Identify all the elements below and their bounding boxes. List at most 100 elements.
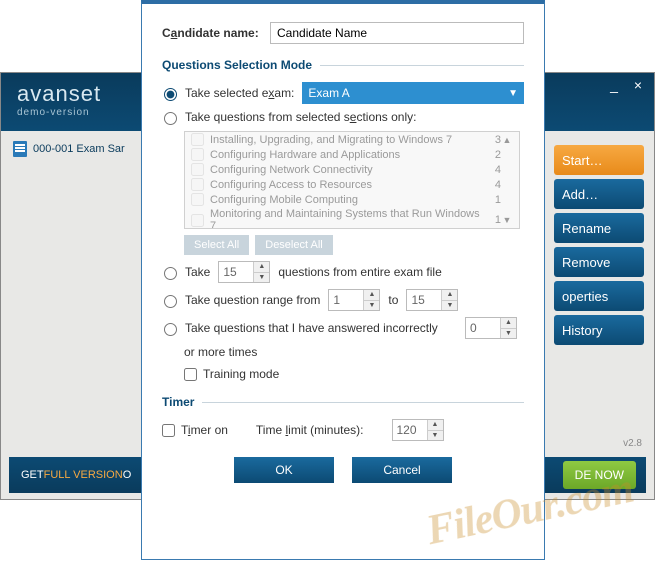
range-to-spinner[interactable]: 15 ▲▼ [406, 289, 458, 311]
file-icon [13, 141, 27, 157]
section-count: 2 [481, 149, 501, 161]
section-item[interactable]: Configuring Hardware and Applications2 [185, 147, 519, 162]
spinner-up-icon[interactable]: ▲ [442, 290, 457, 301]
spinner-down-icon[interactable]: ▼ [442, 301, 457, 311]
footer-text-post: O [123, 469, 132, 481]
sections-list[interactable]: Installing, Upgrading, and Migrating to … [184, 131, 520, 229]
spinner-down-icon[interactable]: ▼ [364, 301, 379, 311]
file-name: 000-001 Exam Sar [33, 143, 125, 155]
section-checkbox[interactable] [191, 214, 204, 227]
section-count: 3 [481, 134, 501, 146]
section-count: 1 [481, 194, 501, 206]
ok-button[interactable]: OK [234, 457, 334, 483]
spinner-down-icon[interactable]: ▼ [501, 329, 516, 339]
logo-text: avanset [17, 81, 101, 107]
deselect-all-button[interactable]: Deselect All [255, 235, 332, 255]
timer-header: Timer [162, 395, 524, 409]
range-to-value: 15 [407, 290, 441, 310]
exam-dropdown-value: Exam A [308, 86, 349, 100]
section-checkbox[interactable] [191, 133, 204, 146]
section-count: 4 [481, 164, 501, 176]
incorrect-spinner[interactable]: 0 ▲▼ [465, 317, 517, 339]
opt-sections-row: Take questions from selected sections on… [164, 110, 524, 125]
select-all-button[interactable]: Select All [184, 235, 249, 255]
section-count: 4 [481, 179, 501, 191]
chevron-down-icon: ▼ [508, 88, 518, 99]
candidate-name-input[interactable] [270, 22, 524, 44]
select-buttons: Select All Deselect All [184, 235, 524, 255]
section-item[interactable]: Installing, Upgrading, and Migrating to … [185, 132, 519, 147]
footer-text-pre: GET [21, 469, 44, 481]
chevron-icon: ▲ [501, 135, 513, 145]
exam-settings-dialog: Candidate name: Questions Selection Mode… [141, 0, 545, 560]
radio-take-n[interactable] [164, 267, 177, 280]
qsm-header: Questions Selection Mode [162, 58, 524, 72]
opt-take-pre: Take [185, 265, 210, 279]
spinner-up-icon[interactable]: ▲ [428, 420, 443, 431]
add-button[interactable]: Add… [554, 179, 644, 209]
incorrect-value: 0 [466, 318, 500, 338]
time-limit-value: 120 [393, 420, 427, 440]
section-label: Configuring Access to Resources [210, 179, 481, 191]
section-item[interactable]: Configuring Access to Resources4 [185, 177, 519, 192]
file-list: 000-001 Exam Sar [9, 137, 149, 161]
candidate-row: Candidate name: [162, 22, 524, 44]
upgrade-button[interactable]: DE NOW [563, 461, 636, 489]
file-item[interactable]: 000-001 Exam Sar [9, 137, 149, 161]
history-button[interactable]: History [554, 315, 644, 345]
spinner-down-icon[interactable]: ▼ [428, 431, 443, 441]
dialog-footer: OK Cancel [162, 457, 524, 483]
time-limit-label: Time limit (minutes): [256, 423, 364, 437]
time-limit-spinner[interactable]: 120 ▲▼ [392, 419, 444, 441]
section-count: 1 [481, 214, 501, 226]
remove-button[interactable]: Remove [554, 247, 644, 277]
version-label: v2.8 [623, 438, 642, 449]
chevron-icon: ▼ [501, 215, 513, 225]
section-label: Installing, Upgrading, and Migrating to … [210, 134, 481, 146]
spinner-up-icon[interactable]: ▲ [501, 318, 516, 329]
spinner-up-icon[interactable]: ▲ [364, 290, 379, 301]
take-count-spinner[interactable]: 15 ▲▼ [218, 261, 270, 283]
opt-incorrect-label: Take questions that I have answered inco… [185, 321, 457, 335]
rename-button[interactable]: Rename [554, 213, 644, 243]
section-label: Configuring Network Connectivity [210, 164, 481, 176]
exam-dropdown[interactable]: Exam A ▼ [302, 82, 524, 104]
opt-sections-label: Take questions from selected sections on… [185, 110, 416, 124]
action-buttons: Start… Add… Rename Remove operties Histo… [554, 145, 644, 345]
start-button[interactable]: Start… [554, 145, 644, 175]
section-checkbox[interactable] [191, 193, 204, 206]
section-checkbox[interactable] [191, 178, 204, 191]
section-item[interactable]: Monitoring and Maintaining Systems that … [185, 207, 519, 229]
radio-range[interactable] [164, 295, 177, 308]
section-checkbox[interactable] [191, 148, 204, 161]
timer-on-checkbox[interactable] [162, 424, 175, 437]
radio-incorrect[interactable] [164, 323, 177, 336]
radio-selected-exam[interactable] [164, 88, 177, 101]
training-mode-checkbox[interactable] [184, 368, 197, 381]
logo-subtext: demo-version [17, 107, 101, 118]
opt-selected-label: Take selected exam: [185, 86, 294, 100]
opt-incorrect-post: or more times [184, 345, 524, 359]
close-icon[interactable]: × [630, 77, 646, 93]
opt-selected-exam-row: Take selected exam: Exam A ▼ [164, 82, 524, 104]
spinner-up-icon[interactable]: ▲ [254, 262, 269, 273]
spinner-down-icon[interactable]: ▼ [254, 273, 269, 283]
timer-on-label: Timer on [181, 423, 228, 437]
training-row: Training mode [184, 367, 524, 381]
radio-sections[interactable] [164, 112, 177, 125]
properties-button[interactable]: operties [554, 281, 644, 311]
section-item[interactable]: Configuring Mobile Computing1 [185, 192, 519, 207]
section-item[interactable]: Configuring Network Connectivity4 [185, 162, 519, 177]
section-label: Configuring Hardware and Applications [210, 149, 481, 161]
range-from-value: 1 [329, 290, 363, 310]
footer-text-orange: FULL VERSION [44, 469, 123, 481]
minimize-icon[interactable]: _ [606, 77, 622, 93]
range-from-spinner[interactable]: 1 ▲▼ [328, 289, 380, 311]
opt-range-row: Take question range from 1 ▲▼ to 15 ▲▼ [164, 289, 524, 311]
opt-incorrect-row: Take questions that I have answered inco… [164, 317, 524, 339]
cancel-button[interactable]: Cancel [352, 457, 452, 483]
opt-range-to-lbl: to [388, 293, 398, 307]
take-count-value: 15 [219, 262, 253, 282]
section-checkbox[interactable] [191, 163, 204, 176]
window-controls: _ × [606, 77, 646, 93]
